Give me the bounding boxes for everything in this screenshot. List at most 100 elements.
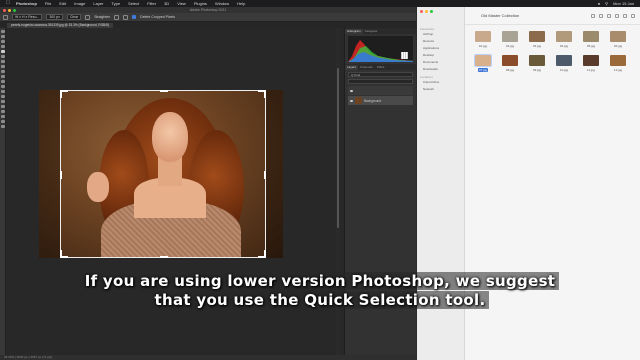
file-thumbnail[interactable] [474,54,492,67]
menu-layer[interactable]: Layer [93,0,103,7]
file-name[interactable]: 04.jpg [560,44,568,48]
stamp-tool-icon[interactable] [0,70,5,73]
wifi-icon[interactable]: ● [598,0,600,7]
more-icon[interactable] [623,13,627,18]
file-name[interactable]: 12.jpg [614,68,622,72]
file-name[interactable]: 01.jpg [479,44,487,48]
view-grid-icon[interactable] [591,13,595,18]
path-selection-tool-icon[interactable] [0,110,5,113]
crop-handle-right[interactable] [264,171,266,179]
pen-tool-icon[interactable] [0,100,5,103]
file-thumbnail[interactable] [610,31,626,42]
file-thumbnail[interactable] [502,55,518,66]
file-thumbnail[interactable] [583,31,599,42]
tab-layers[interactable]: Layers [345,65,359,70]
file-item[interactable]: 03.jpg [527,31,547,48]
zoom-window-icon[interactable] [430,10,433,13]
zoom-tool-icon[interactable] [0,125,5,128]
menu-3d[interactable]: 3D [164,0,169,7]
file-name[interactable]: 06.jpg [614,44,622,48]
crop-ratio-select[interactable]: W x H x Reso... [12,14,43,20]
file-thumbnail[interactable] [529,55,545,66]
file-thumbnail[interactable] [610,55,626,66]
file-name[interactable]: 07.jpg [477,68,489,72]
crop-handle-tr-v[interactable] [264,90,266,98]
file-name[interactable]: 10.jpg [560,68,568,72]
sidebar-item-recents[interactable]: Recents [417,38,464,45]
brush-tool-icon[interactable] [0,65,5,68]
crop-tool-icon[interactable] [0,50,5,53]
crop-handle-tl-v[interactable] [60,90,62,98]
file-name[interactable]: 09.jpg [533,68,541,72]
file-item[interactable]: 11.jpg [581,55,601,72]
clear-button[interactable]: Clear [66,14,82,20]
layer-row[interactable] [348,52,413,95]
file-item[interactable]: 02.jpg [500,31,520,48]
sidebar-item-airdrop[interactable]: AirDrop [417,31,464,38]
sidebar-item-downloads[interactable]: Downloads [417,66,464,73]
menu-filter[interactable]: Filter [147,0,156,7]
document-image[interactable] [39,90,283,258]
straighten-label[interactable]: Straighten [94,15,110,19]
file-thumbnail[interactable] [583,55,599,66]
menu-window[interactable]: Window [215,0,229,7]
close-window-icon[interactable] [3,8,6,12]
marquee-tool-icon[interactable] [0,35,5,38]
menu-type[interactable]: Type [111,0,120,7]
blend-mode-select[interactable] [348,79,413,84]
sidebar-item-network[interactable]: Network [417,86,464,93]
menu-select[interactable]: Select [128,0,139,7]
menu-view[interactable]: View [177,0,186,7]
file-item[interactable]: 01.jpg [473,31,493,48]
search-icon[interactable]: ⚲ [605,0,608,7]
crop-resolution-field[interactable]: 300 px [46,14,63,20]
apple-icon[interactable]:  [6,0,11,7]
healing-tool-icon[interactable] [0,60,5,63]
eye-icon[interactable] [350,89,353,92]
sidebar-item-icloud-drive[interactable]: iCloud Drive [417,79,464,86]
crop-handle-top[interactable] [160,90,168,92]
file-thumbnail[interactable] [502,31,518,42]
search-icon[interactable] [631,13,635,18]
menu-app-name[interactable]: Photoshop [16,0,37,7]
type-tool-icon[interactable] [0,105,5,108]
file-item[interactable]: 08.jpg [500,55,520,72]
file-name[interactable]: 08.jpg [506,68,514,72]
tab-paths[interactable]: Paths [375,65,387,70]
file-item[interactable]: 07.jpg [473,54,493,72]
overlay-grid-icon[interactable] [114,14,120,20]
close-window-icon[interactable] [420,10,423,13]
scrollbar-thumb[interactable] [337,68,339,228]
crop-handle-bl-v[interactable] [60,250,62,258]
file-item[interactable]: 06.jpg [608,31,628,48]
blur-tool-icon[interactable] [0,90,5,93]
menu-help[interactable]: Help [237,0,245,7]
file-item[interactable]: 12.jpg [608,55,628,72]
tab-histogram[interactable]: Histogram [345,29,363,34]
crop-handle-bottom[interactable] [160,256,168,258]
file-thumbnail[interactable] [529,31,545,42]
zoom-window-icon[interactable] [13,8,16,12]
menu-file[interactable]: File [45,0,51,7]
tab-channels[interactable]: Channels [358,65,375,70]
lasso-tool-icon[interactable] [0,40,5,43]
share-icon[interactable] [607,13,611,18]
layer-kind-filter[interactable]: Q Kind [348,72,413,77]
shape-tool-icon[interactable] [0,115,5,118]
minimize-window-icon[interactable] [8,8,11,12]
file-thumbnail[interactable] [556,31,572,42]
sidebar-item-documents[interactable]: Documents [417,59,464,66]
file-thumbnail[interactable] [556,55,572,66]
file-name[interactable]: 11.jpg [587,68,595,72]
file-item[interactable]: 09.jpg [527,55,547,72]
history-brush-tool-icon[interactable] [0,75,5,78]
eyedropper-tool-icon[interactable] [0,55,5,58]
group-icon[interactable] [599,13,603,18]
crop-box[interactable] [60,90,266,258]
crop-tool-preset-icon[interactable] [3,14,8,20]
menu-plugins[interactable]: Plugins [194,0,207,7]
settings-gear-icon[interactable] [123,14,129,20]
crop-handle-br-v[interactable] [264,250,266,258]
sidebar-item-desktop[interactable]: Desktop [417,52,464,59]
file-name[interactable]: 05.jpg [587,44,595,48]
